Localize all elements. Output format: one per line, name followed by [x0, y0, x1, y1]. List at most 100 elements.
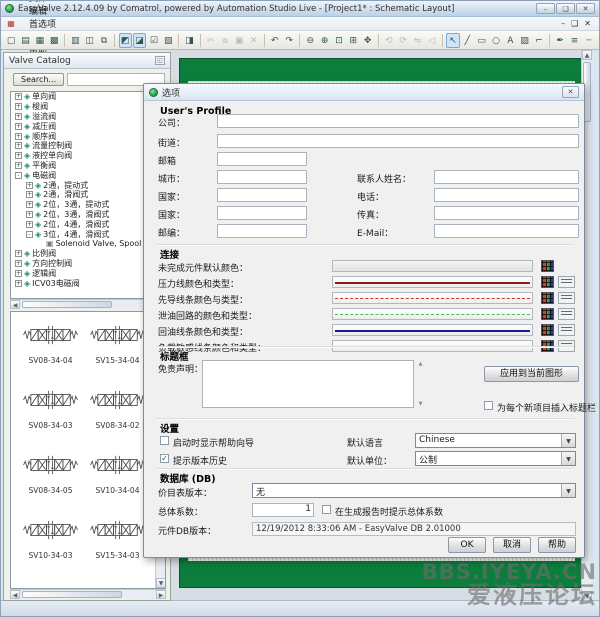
color-picker-icon[interactable] — [541, 324, 554, 336]
phone-input[interactable] — [434, 188, 579, 202]
scrollbar-thumb[interactable] — [22, 591, 122, 598]
minimize-button[interactable]: – — [536, 3, 555, 14]
menu-2[interactable]: 首选项 — [21, 17, 64, 30]
valve-symbol-item[interactable]: SV10-34-04 — [84, 454, 151, 495]
version-history-checkbox[interactable]: ✓ — [160, 454, 169, 463]
line-weight-icon[interactable]: ≡ — [568, 33, 581, 48]
dialog-close-icon[interactable]: ✕ — [562, 86, 579, 98]
color-picker-icon[interactable] — [541, 276, 554, 288]
zoom-out-icon[interactable]: ⊖ — [304, 33, 317, 48]
new-icon[interactable]: ▢ — [5, 33, 18, 48]
expand-icon[interactable]: + — [15, 260, 22, 267]
mailbox-input[interactable] — [217, 152, 307, 166]
bill-of-materials-icon[interactable]: ▧ — [162, 33, 175, 48]
expand-icon[interactable]: + — [15, 270, 22, 277]
disclaimer-scroll-icons[interactable]: ▲▼ — [416, 360, 425, 408]
chevron-down-icon[interactable]: ▼ — [561, 434, 575, 447]
expand-icon[interactable]: + — [26, 191, 33, 198]
pen-color-icon[interactable]: ✒ — [554, 33, 567, 48]
expand-icon[interactable]: + — [26, 182, 33, 189]
country-input[interactable] — [217, 206, 307, 220]
zoom-area-icon[interactable]: ⊡ — [332, 33, 345, 48]
scrollbar-thumb[interactable] — [22, 301, 112, 308]
scroll-left-icon[interactable]: ◀ — [10, 590, 20, 599]
zoom-page-icon[interactable]: ⊞ — [347, 33, 360, 48]
open-icon[interactable]: ▤ — [19, 33, 32, 48]
menu-1[interactable]: 编辑 — [21, 4, 64, 17]
print-preview-icon[interactable]: ◫ — [83, 33, 96, 48]
restore-button[interactable]: ❑ — [556, 3, 575, 14]
select-icon[interactable]: ↖ — [446, 33, 459, 48]
draw-rectangle-icon[interactable]: ▭ — [475, 33, 488, 48]
color-picker-icon[interactable] — [541, 308, 554, 320]
valve-symbol-item[interactable]: SV08-34-03 — [17, 389, 84, 430]
expand-icon[interactable]: + — [15, 152, 22, 159]
tree-item[interactable]: +◈ICV03电磁阀 — [11, 278, 165, 288]
color-picker-icon[interactable] — [541, 260, 554, 272]
close-button[interactable]: ✕ — [576, 3, 595, 14]
pricelist-select[interactable]: 无 ▼ — [252, 483, 576, 498]
scroll-up-icon[interactable]: ▲ — [582, 50, 592, 60]
disclaimer-textarea[interactable] — [202, 360, 414, 408]
ok-button[interactable]: OK — [448, 537, 486, 553]
draw-polyline-icon[interactable]: ⌐ — [532, 33, 545, 48]
mdi-restore-button[interactable]: ❑ — [571, 19, 578, 28]
help-button[interactable]: 帮助 — [538, 537, 576, 553]
line-type-icon[interactable] — [558, 308, 575, 320]
tree-item[interactable]: -◈3位，4通，滑阀式 — [11, 229, 165, 239]
chevron-down-icon[interactable]: ▼ — [561, 452, 575, 465]
line-type-icon[interactable] — [558, 292, 575, 304]
mdi-close-button[interactable]: ✕ — [584, 19, 591, 28]
insert-image-icon[interactable]: ▨ — [518, 33, 531, 48]
valve-symbol-item[interactable]: SV08-34-05 — [17, 454, 84, 495]
page-setup-icon[interactable]: ⧉ — [97, 33, 110, 48]
draw-line-icon[interactable]: ╱ — [461, 33, 474, 48]
factor-input[interactable]: 1 — [252, 503, 314, 517]
expand-icon[interactable]: + — [26, 221, 33, 228]
email-input[interactable] — [434, 224, 579, 238]
chevron-down-icon[interactable]: ▼ — [561, 484, 575, 497]
apply-current-button[interactable]: 应用到当前图形 — [484, 366, 579, 382]
expand-icon[interactable]: + — [15, 250, 22, 257]
valve-symbol-item[interactable]: SV15-34-04 — [84, 324, 151, 365]
valve-symbol-item[interactable]: SV08-34-04 — [17, 324, 84, 365]
verify-design-icon[interactable]: ☑ — [147, 33, 160, 48]
mdi-minimize-button[interactable]: – — [561, 19, 565, 28]
collapse-icon[interactable]: - — [15, 172, 22, 179]
units-select[interactable]: 公制 ▼ — [415, 451, 576, 466]
language-select[interactable]: Chinese ▼ — [415, 433, 576, 448]
expand-icon[interactable]: + — [15, 113, 22, 120]
search-button[interactable]: Search... — [13, 73, 64, 86]
city-input[interactable] — [217, 170, 307, 184]
print-icon[interactable]: ▥ — [69, 33, 82, 48]
scroll-left-icon[interactable]: ◀ — [10, 300, 20, 309]
print-report-icon[interactable]: ◨ — [183, 33, 196, 48]
prompt-factor-checkbox[interactable] — [322, 505, 331, 514]
expand-icon[interactable]: + — [15, 93, 22, 100]
street-input[interactable] — [217, 134, 579, 148]
expand-icon[interactable]: + — [15, 133, 22, 140]
color-picker-icon[interactable] — [541, 292, 554, 304]
fax-input[interactable] — [434, 206, 579, 220]
pan-icon[interactable]: ✥ — [361, 33, 374, 48]
valve-symbol-item[interactable]: SV10-34-03 — [17, 519, 84, 560]
undo-icon[interactable]: ↶ — [268, 33, 281, 48]
expand-icon[interactable]: + — [15, 162, 22, 169]
expand-icon[interactable]: + — [26, 211, 33, 218]
collapse-icon[interactable]: - — [26, 231, 33, 238]
insert-text-icon[interactable]: A — [504, 33, 517, 48]
pin-icon[interactable]: ◱ — [155, 56, 165, 65]
save-all-icon[interactable]: ▩ — [47, 33, 60, 48]
startup-wizard-checkbox[interactable] — [160, 436, 169, 445]
scroll-right-icon[interactable]: ▶ — [156, 590, 166, 599]
company-input[interactable] — [217, 114, 579, 128]
expand-icon[interactable]: + — [15, 103, 22, 110]
valve-symbol-item[interactable]: SV15-34-03 — [84, 519, 151, 560]
state-input[interactable] — [217, 188, 307, 202]
expand-icon[interactable]: + — [15, 123, 22, 130]
valve-symbol-item[interactable]: SV08-34-02 — [84, 389, 151, 430]
insert-titleblock-checkbox[interactable] — [484, 401, 493, 410]
component-library-icon[interactable]: ◪ — [133, 33, 146, 48]
scroll-down-icon[interactable]: ▼ — [156, 578, 166, 588]
draw-ellipse-icon[interactable]: ○ — [489, 33, 502, 48]
